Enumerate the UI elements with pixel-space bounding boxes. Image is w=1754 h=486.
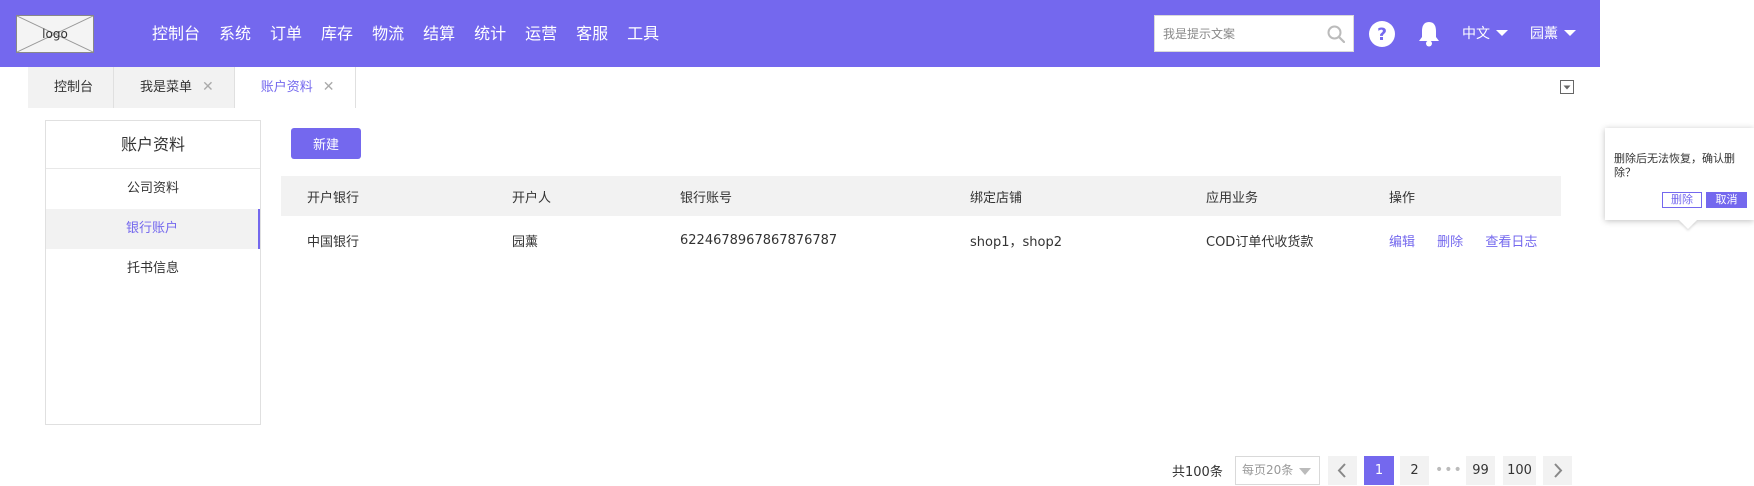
main-nav: 控制台 系统 订单 库存 物流 结算 统计 运营 客服 工具: [152, 0, 678, 67]
logo[interactable]: logo: [16, 15, 94, 53]
cell-bound-shops: shop1，shop2: [970, 234, 1062, 250]
nav-item-settlement[interactable]: 结算: [423, 0, 455, 67]
logo-text: logo: [42, 27, 68, 41]
search-input[interactable]: [1163, 16, 1323, 51]
view-log-link[interactable]: 查看日志: [1485, 235, 1537, 250]
sidebar-title: 账户资料: [46, 121, 260, 169]
cell-actions: 编辑 删除 查看日志: [1389, 231, 1555, 250]
column-header: 操作: [1389, 190, 1416, 206]
chevron-down-icon: [1299, 468, 1311, 475]
sidebar-item-bank-account[interactable]: 银行账户: [46, 209, 260, 249]
cell-bank: 中国银行: [307, 234, 360, 250]
bank-account-table: 开户银行 开户人 银行账号 绑定店铺 应用业务 操作 中国银行 园薰 62246…: [281, 176, 1561, 264]
cell-holder: 园薰: [512, 234, 539, 250]
sidebar-item-shipping-info[interactable]: 托书信息: [46, 249, 260, 289]
table-row: 中国银行 园薰 6224678967867876787 shop1，shop2 …: [281, 216, 1561, 264]
nav-item-dashboard[interactable]: 控制台: [152, 0, 200, 67]
page-button-2[interactable]: 2: [1400, 456, 1429, 485]
tab-my-menu[interactable]: 我是菜单 ✕: [114, 67, 235, 108]
column-header: 应用业务: [1206, 190, 1259, 206]
nav-item-customer-service[interactable]: 客服: [576, 0, 608, 67]
popover-message: 删除后无法恢复，确认删除？: [1614, 152, 1735, 179]
tab-label: 控制台: [54, 80, 94, 95]
nav-item-statistics[interactable]: 统计: [474, 0, 506, 67]
close-icon[interactable]: ✕: [202, 67, 214, 108]
tab-dropdown-icon[interactable]: [1560, 80, 1574, 94]
sidebar: 账户资料 公司资料 银行账户 托书信息: [45, 120, 261, 425]
search-box: [1154, 15, 1354, 52]
column-header: 开户银行: [307, 190, 360, 206]
cell-business: COD订单代收货款: [1206, 234, 1314, 250]
popover-arrow: [1679, 220, 1697, 229]
page-size-select[interactable]: 每页20条: [1235, 456, 1320, 485]
delete-confirm-popover: 删除后无法恢复，确认删除？ 删除 取消: [1605, 128, 1754, 229]
sidebar-item-company-info[interactable]: 公司资料: [46, 169, 260, 209]
next-page-button[interactable]: [1543, 456, 1572, 485]
page-button-1[interactable]: 1: [1364, 456, 1394, 485]
nav-item-tools[interactable]: 工具: [627, 0, 659, 67]
chevron-down-icon: [1564, 30, 1576, 36]
search-icon[interactable]: [1327, 25, 1345, 43]
tab-label: 我是菜单: [140, 80, 193, 95]
chevron-down-icon: [1496, 30, 1508, 36]
prev-page-button[interactable]: [1328, 456, 1357, 485]
nav-item-inventory[interactable]: 库存: [321, 0, 353, 67]
table-header: 开户银行 开户人 银行账号 绑定店铺 应用业务 操作: [281, 176, 1561, 216]
column-header: 绑定店铺: [970, 190, 1023, 206]
pagination-ellipsis[interactable]: •••: [1435, 462, 1463, 478]
edit-link[interactable]: 编辑: [1389, 235, 1415, 250]
page-tabs: 控制台 我是菜单 ✕ 账户资料 ✕: [28, 67, 356, 108]
top-navbar: logo 控制台 系统 订单 库存 物流 结算 统计 运营 客服 工具 ? 中文…: [0, 0, 1600, 67]
chevron-right-icon: [1554, 463, 1563, 478]
new-button[interactable]: 新建: [291, 128, 361, 159]
nav-item-orders[interactable]: 订单: [270, 0, 302, 67]
user-menu[interactable]: 园薰: [1530, 23, 1576, 43]
svg-text:?: ?: [1377, 25, 1387, 45]
page-size-value: 每页20条: [1242, 463, 1294, 477]
help-icon[interactable]: ?: [1369, 21, 1395, 47]
popover-confirm-delete-button[interactable]: 删除: [1662, 192, 1702, 208]
notification-bell-icon[interactable]: [1417, 20, 1441, 47]
column-header: 开户人: [512, 190, 552, 206]
delete-link[interactable]: 删除: [1437, 235, 1463, 250]
tab-account-info[interactable]: 账户资料 ✕: [234, 67, 356, 108]
pagination-total: 共100条: [1172, 465, 1223, 480]
popover-cancel-button[interactable]: 取消: [1706, 192, 1747, 208]
chevron-left-icon: [1337, 463, 1346, 478]
column-header: 银行账号: [680, 190, 733, 206]
close-icon[interactable]: ✕: [323, 67, 335, 108]
page-button-99[interactable]: 99: [1466, 456, 1495, 485]
language-selector[interactable]: 中文: [1462, 23, 1508, 43]
nav-item-system[interactable]: 系统: [219, 0, 251, 67]
user-name: 园薰: [1530, 26, 1558, 42]
nav-item-operations[interactable]: 运营: [525, 0, 557, 67]
tab-dashboard[interactable]: 控制台: [28, 67, 115, 108]
nav-item-logistics[interactable]: 物流: [372, 0, 404, 67]
page-button-100[interactable]: 100: [1503, 456, 1536, 485]
tab-label: 账户资料: [260, 80, 313, 95]
language-label: 中文: [1462, 26, 1490, 42]
cell-account-number: 6224678967867876787: [680, 232, 838, 248]
